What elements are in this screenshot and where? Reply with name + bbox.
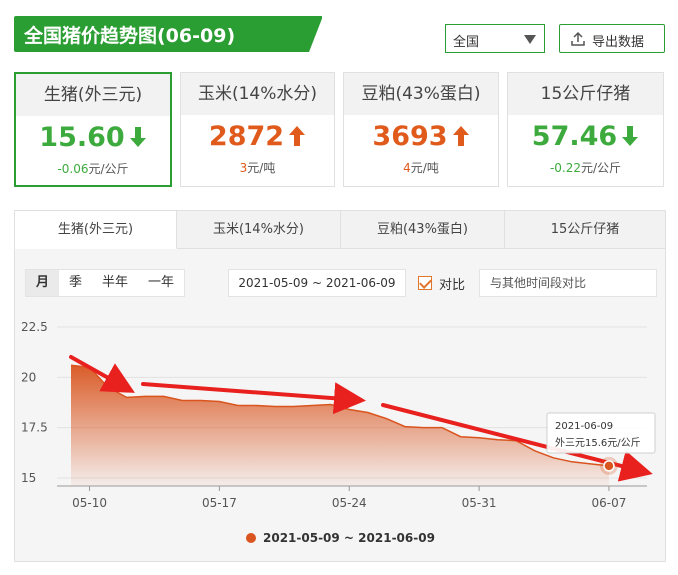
annotation-arrow: [141, 382, 366, 415]
price-card-change: -0.06元/公斤: [57, 162, 129, 176]
tab-corn[interactable]: 玉米(14%水分): [177, 211, 341, 249]
x-tick-label: 05-10: [72, 496, 107, 510]
tab-soymeal[interactable]: 豆粕(43%蛋白): [341, 211, 505, 249]
export-data-button[interactable]: 导出数据: [559, 24, 665, 53]
title-banner: 全国猪价趋势图(06-09): [14, 16, 323, 52]
price-card-value: 57.46: [508, 121, 663, 152]
arrow-up-icon: [289, 126, 306, 146]
y-tick-label: 22.5: [21, 320, 48, 334]
chart-panel: 生猪(外三元) 玉米(14%水分) 豆粕(43%蛋白) 15公斤仔猪 月 季 半…: [14, 210, 666, 562]
upload-icon: [571, 31, 585, 46]
chevron-down-icon: [524, 35, 536, 44]
price-card-value: 15.60: [16, 122, 170, 153]
y-tick-label: 20: [21, 370, 36, 384]
page-title: 全国猪价趋势图(06-09): [24, 25, 236, 47]
price-card-hog[interactable]: 生猪(外三元) 15.60 -0.06元/公斤: [14, 72, 172, 187]
export-data-label: 导出数据: [592, 35, 645, 50]
price-card-change: -0.22元/公斤: [549, 161, 622, 175]
last-data-point: [603, 460, 615, 472]
x-tick-label: 05-24: [332, 496, 367, 510]
x-tick-label: 05-17: [202, 496, 237, 510]
legend-label: 2021-05-09 ~ 2021-06-09: [263, 531, 435, 545]
region-select[interactable]: 全国: [445, 24, 545, 53]
price-card-piglet[interactable]: 15公斤仔猪 57.46 -0.22元/公斤: [507, 72, 664, 187]
tooltip-value: 外三元15.6元/公斤: [555, 437, 641, 449]
arrow-down-icon: [129, 127, 146, 147]
price-card-change: 3元/吨: [239, 161, 276, 175]
region-select-value: 全国: [453, 35, 480, 50]
price-card-change: 4元/吨: [403, 161, 439, 175]
price-card-name: 豆粕(43%蛋白): [344, 73, 498, 115]
chart-tabs: 生猪(外三元) 玉米(14%水分) 豆粕(43%蛋白) 15公斤仔猪: [15, 211, 665, 249]
price-card-corn[interactable]: 玉米(14%水分) 2872 3元/吨: [180, 72, 335, 187]
chart-area: 月 季 半年 一年 2021-05-09 ~ 2021-06-09 对比 与其他…: [15, 249, 665, 561]
price-card-value: 3693: [344, 121, 498, 152]
price-card-value: 2872: [181, 121, 334, 152]
tab-piglet[interactable]: 15公斤仔猪: [505, 211, 665, 249]
y-tick-label: 15: [21, 471, 36, 485]
price-card-soymeal[interactable]: 豆粕(43%蛋白) 3693 4元/吨: [343, 72, 499, 187]
price-card-name: 玉米(14%水分): [181, 73, 334, 115]
price-card-name: 生猪(外三元): [16, 74, 170, 116]
tab-hog[interactable]: 生猪(外三元): [15, 211, 177, 249]
price-trend-chart: 22.5 20 17.5 15 05-10 05-17 05-24 05-31 06-07 2…: [21, 320, 656, 545]
x-tick-label: 06-07: [592, 496, 627, 510]
legend-marker: [246, 533, 256, 543]
price-card-name: 15公斤仔猪: [508, 73, 663, 115]
y-tick-label: 17.5: [21, 421, 48, 435]
arrow-up-icon: [452, 126, 469, 146]
arrow-down-icon: [622, 126, 639, 146]
tooltip-date: 2021-06-09: [555, 421, 613, 432]
x-tick-label: 05-31: [462, 496, 497, 510]
